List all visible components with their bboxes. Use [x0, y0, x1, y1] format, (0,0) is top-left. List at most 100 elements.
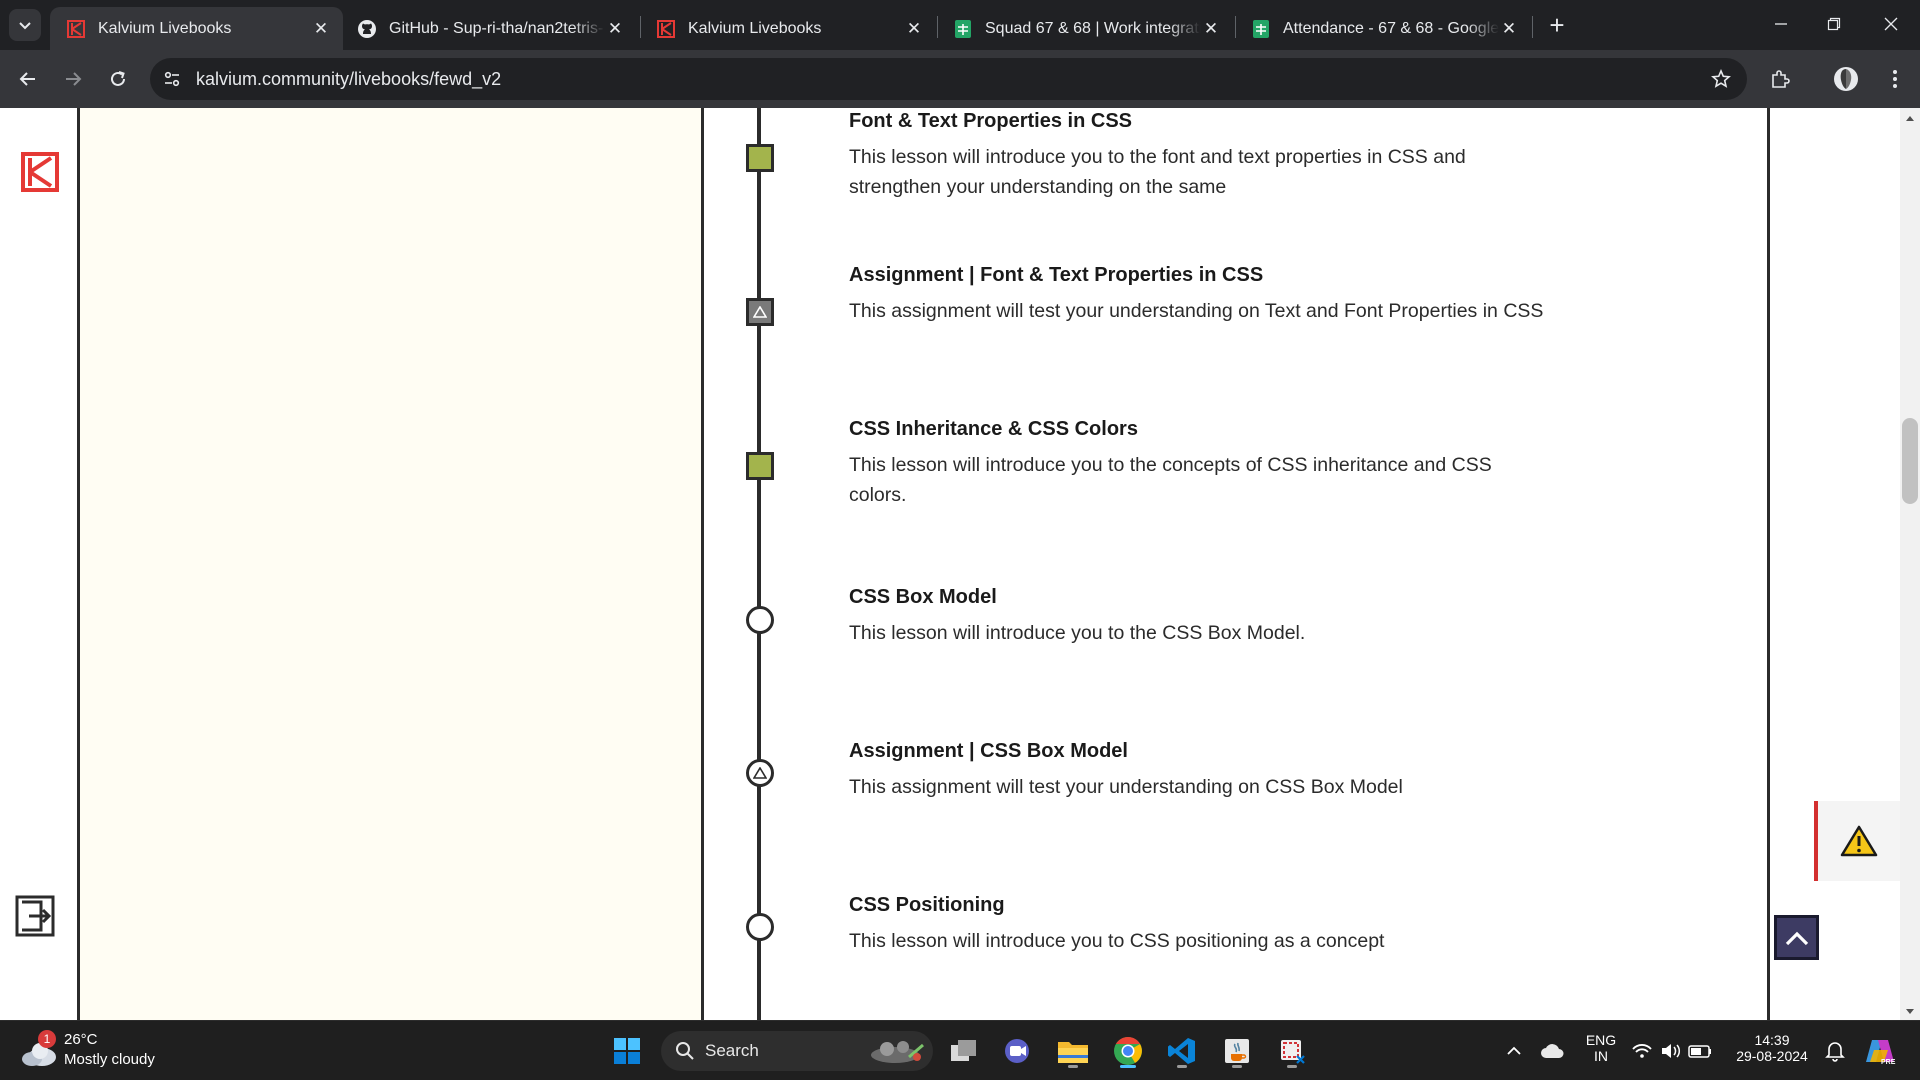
onedrive-button[interactable] — [1532, 1031, 1572, 1071]
item-title[interactable]: CSS Box Model — [849, 584, 1549, 610]
scroll-to-top-button[interactable] — [1774, 915, 1819, 960]
lesson-pending-node[interactable] — [746, 606, 774, 634]
lesson-completed-node[interactable] — [746, 452, 774, 480]
tab-search-button[interactable] — [9, 9, 41, 41]
running-indicator — [1177, 1065, 1187, 1068]
system-tray-icons — [1632, 1044, 1711, 1058]
item-title[interactable]: CSS Positioning — [849, 892, 1549, 918]
close-icon[interactable]: ✕ — [605, 19, 625, 39]
timeline-item[interactable]: Assignment | CSS Box Model This assignme… — [849, 738, 1549, 802]
livebook-page: Font & Text Properties in CSS This lesso… — [0, 108, 1920, 1020]
show-hidden-icons-button[interactable] — [1494, 1031, 1534, 1071]
weather-widget[interactable]: 1 26°C Mostly cloudy — [20, 1029, 200, 1073]
restore-button[interactable] — [1811, 8, 1857, 40]
item-title[interactable]: Assignment | CSS Box Model — [849, 738, 1549, 764]
vscode-button[interactable] — [1162, 1031, 1202, 1071]
notifications-button[interactable] — [1815, 1031, 1855, 1071]
address-bar[interactable]: kalvium.community/livebooks/fewd_v2 — [150, 58, 1747, 100]
file-explorer-button[interactable] — [1053, 1031, 1093, 1071]
input-language[interactable]: ENG IN — [1580, 1032, 1622, 1064]
sheets-icon — [1251, 19, 1271, 39]
snipping-tool-button[interactable] — [1272, 1031, 1312, 1071]
close-icon[interactable]: ✕ — [904, 19, 924, 39]
java-app-button[interactable] — [1217, 1031, 1257, 1071]
assignment-completed-node[interactable] — [746, 298, 774, 326]
tab-kalvium-livebooks-2[interactable]: Kalvium Livebooks ✕ — [640, 7, 936, 50]
timeline-item[interactable]: CSS Inheritance & CSS Colors This lesson… — [849, 416, 1549, 510]
meet-app-button[interactable] — [998, 1031, 1038, 1071]
forward-button[interactable] — [55, 61, 91, 97]
item-title[interactable]: Assignment | Font & Text Properties in C… — [849, 262, 1549, 288]
kalvium-logo[interactable] — [21, 152, 59, 192]
timeline-item[interactable]: CSS Box Model This lesson will introduce… — [849, 584, 1549, 648]
taskbar-search[interactable]: Search — [661, 1031, 933, 1071]
close-icon[interactable]: ✕ — [311, 19, 331, 39]
close-icon — [1884, 17, 1898, 31]
close-icon[interactable]: ✕ — [1201, 19, 1221, 39]
scroll-down-arrow[interactable] — [1900, 1003, 1920, 1019]
tab-github[interactable]: GitHub - Sup-ri-tha/nan2tetris- ✕ — [341, 7, 637, 50]
timeline-item[interactable]: CSS Positioning This lesson will introdu… — [849, 892, 1549, 956]
warning-icon — [1840, 825, 1878, 857]
notification-badge: 1 — [38, 1030, 56, 1048]
course-timeline — [704, 108, 1768, 1020]
close-icon[interactable]: ✕ — [1499, 19, 1519, 39]
timeline-item[interactable]: Assignment | Font & Text Properties in C… — [849, 262, 1549, 326]
chrome-icon — [1114, 1037, 1142, 1065]
side-panel — [80, 108, 701, 1020]
copilot-button[interactable]: PRE — [1860, 1031, 1900, 1071]
url-text: kalvium.community/livebooks/fewd_v2 — [196, 69, 502, 89]
assignment-pending-node[interactable] — [746, 759, 774, 787]
start-button[interactable] — [607, 1031, 647, 1071]
new-tab-button[interactable]: + — [1543, 12, 1571, 40]
item-description: This lesson will introduce you to the CS… — [849, 622, 1306, 644]
lesson-completed-node[interactable] — [746, 144, 774, 172]
task-view-button[interactable] — [944, 1031, 984, 1071]
extensions-button[interactable] — [1762, 61, 1798, 97]
chrome-button[interactable] — [1108, 1031, 1148, 1071]
scrollbar-track[interactable] — [1900, 108, 1920, 1020]
puzzle-icon — [1772, 70, 1790, 88]
item-description: This assignment will test your understan… — [849, 300, 1544, 322]
chevron-up-icon — [1507, 1046, 1521, 1055]
tab-title: Kalvium Livebooks — [688, 19, 822, 37]
chevron-down-icon — [19, 22, 31, 30]
site-settings-icon[interactable] — [160, 67, 184, 91]
item-description: This lesson will introduce you to CSS po… — [849, 930, 1385, 952]
minimize-button[interactable] — [1758, 8, 1804, 40]
tab-title: Kalvium Livebooks — [98, 19, 232, 37]
language-code: ENG — [1585, 1032, 1617, 1048]
reload-button[interactable] — [100, 61, 136, 97]
item-title[interactable]: Font & Text Properties in CSS — [849, 108, 1549, 134]
network-volume-battery[interactable] — [1628, 1031, 1718, 1071]
report-issue-button[interactable] — [1814, 801, 1900, 881]
item-title[interactable]: CSS Inheritance & CSS Colors — [849, 416, 1549, 442]
tab-kalvium-livebooks-active[interactable]: Kalvium Livebooks ✕ — [50, 7, 343, 50]
timeline-item[interactable]: Font & Text Properties in CSS This lesso… — [849, 108, 1549, 202]
search-label: Search — [705, 1041, 759, 1060]
browser-menu-button[interactable] — [1877, 61, 1913, 97]
java-icon — [1225, 1039, 1249, 1063]
scrollbar-thumb[interactable] — [1902, 418, 1918, 504]
running-indicator — [1232, 1065, 1242, 1068]
profile-button[interactable] — [1828, 61, 1864, 97]
language-region: IN — [1594, 1048, 1608, 1064]
running-indicator — [1068, 1065, 1078, 1068]
minimize-icon — [1775, 23, 1787, 25]
clock[interactable]: 14:39 29-08-2024 — [1728, 1032, 1816, 1064]
windows-taskbar: 1 26°C Mostly cloudy Search ENG IN 14:39… — [0, 1020, 1920, 1080]
exit-button[interactable] — [15, 895, 57, 937]
search-highlight-icon — [871, 1041, 924, 1063]
close-window-button[interactable] — [1868, 8, 1914, 40]
tab-title: Attendance - 67 & 68 - Google — [1283, 19, 1499, 37]
back-button[interactable] — [10, 61, 46, 97]
tab-attendance-sheet[interactable]: Attendance - 67 & 68 - Google ✕ — [1235, 7, 1531, 50]
weather-temp: 26°C — [64, 1031, 98, 1048]
triangle-icon — [753, 306, 767, 318]
reload-icon — [111, 71, 125, 86]
tab-squad-sheet[interactable]: Squad 67 & 68 | Work integratio ✕ — [937, 7, 1233, 50]
kalvium-icon — [66, 19, 86, 39]
lesson-pending-node[interactable] — [746, 913, 774, 941]
scroll-up-arrow[interactable] — [1900, 110, 1920, 126]
bookmark-star-icon[interactable] — [1709, 67, 1733, 91]
